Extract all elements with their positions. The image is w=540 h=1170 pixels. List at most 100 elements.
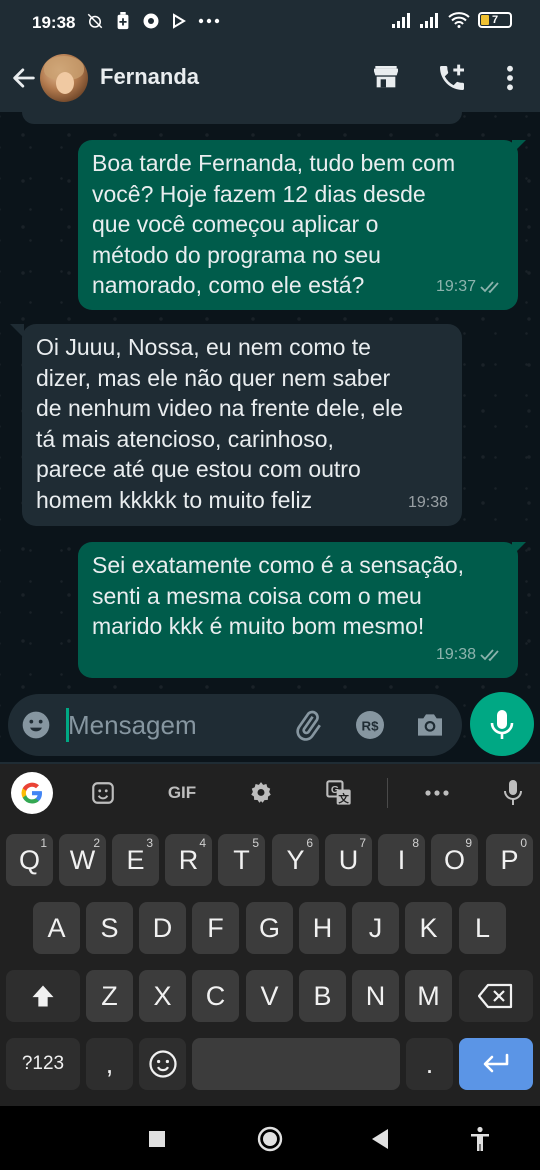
status-right-icons: 7 [392,12,512,28]
key-v[interactable]: V [246,970,293,1022]
contact-name[interactable]: Fernanda [100,64,199,90]
message-outgoing[interactable]: Sei exatamente como é a sensação, senti … [78,542,518,678]
home-icon[interactable] [257,1126,283,1152]
key-l[interactable]: L [459,902,506,954]
enter-icon [483,1053,509,1073]
translate-icon[interactable]: G文 [322,776,356,810]
sticker-icon[interactable] [86,776,120,810]
enter-key[interactable] [459,1038,533,1090]
emoji-icon [148,1050,177,1078]
key-m[interactable]: M [405,970,452,1022]
key-s[interactable]: S [86,902,133,954]
avatar-face [56,72,74,94]
backspace-key[interactable] [459,970,533,1022]
key-j[interactable]: J [352,902,399,954]
key-b[interactable]: B [299,970,346,1022]
keyboard-toolbar: GIF G文 [0,764,540,822]
screen: 19:38 7 Fernanda Boa tarde Fernanda, tud… [0,0,540,1170]
comma-key[interactable]: , [86,1038,133,1090]
message-text: Sei exatamente como é a sensação, senti … [92,552,465,639]
backspace-icon [478,983,513,1009]
signal-icon [392,13,410,28]
period-key[interactable]: . [406,1038,453,1090]
key-c[interactable]: C [192,970,239,1022]
message-incoming[interactable]: Oi Juuu, Nossa, eu nem como te dizer, ma… [22,324,462,526]
message-time: 19:38 [435,645,476,663]
back-arrow-icon[interactable] [10,64,38,92]
key-y[interactable]: Y6 [272,834,319,886]
key-z[interactable]: Z [86,970,133,1022]
key-u[interactable]: U7 [325,834,372,886]
message-outgoing[interactable]: Boa tarde Fernanda, tudo bem com você? H… [78,140,518,310]
mic-icon [490,710,514,739]
wifi-icon [448,12,470,28]
google-g-glyph [21,782,42,804]
voice-icon[interactable] [496,776,530,810]
key-t[interactable]: T5 [218,834,265,886]
key-x[interactable]: X [139,970,186,1022]
message-meta: 19:38 [408,488,448,519]
battery-fill [481,15,489,25]
add-call-icon[interactable] [436,62,468,94]
space-key[interactable] [192,1038,400,1090]
svg-text:R$: R$ [361,718,379,733]
message-meta: 19:37 [436,272,504,303]
recents-icon[interactable] [148,1130,166,1148]
message-meta: 19:38 [436,640,504,671]
battery-level: 7 [491,14,499,26]
bubble-tail [512,140,526,154]
mic-button[interactable] [470,692,534,756]
alarm-off-icon [87,13,103,29]
back-icon[interactable] [370,1128,390,1150]
bubble-tail [10,324,24,338]
toolbar-divider [387,778,388,808]
key-d[interactable]: D [139,902,186,954]
key-o[interactable]: O9 [431,834,478,886]
gif-icon[interactable]: GIF [164,776,200,810]
key-f[interactable]: F [192,902,239,954]
navigation-bar [0,1106,540,1170]
emoji-icon[interactable] [20,709,52,741]
key-r[interactable]: R4 [165,834,212,886]
double-check-icon [480,649,499,662]
more-icon[interactable] [420,776,454,810]
key-p[interactable]: P0 [486,834,533,886]
settings-icon[interactable] [244,776,278,810]
signal-icon [420,13,438,28]
battery-saver-icon [117,12,129,30]
key-i[interactable]: I8 [378,834,425,886]
symbols-key[interactable]: ?123 [6,1038,80,1090]
store-icon[interactable] [370,62,402,94]
gif-label: GIF [167,783,197,802]
key-q[interactable]: Q1 [6,834,53,886]
message-time: 19:37 [435,277,476,295]
key-h[interactable]: H [299,902,346,954]
google-icon[interactable] [11,772,53,814]
key-g[interactable]: G [246,902,293,954]
accessibility-icon[interactable] [468,1126,492,1152]
message-time: 19:38 [407,493,448,511]
payment-icon[interactable]: R$ [354,709,386,741]
shift-icon [32,985,54,1007]
message-text: Oi Juuu, Nossa, eu nem como te dizer, ma… [36,334,403,513]
chat-area[interactable]: Boa tarde Fernanda, tudo bem com você? H… [0,112,540,762]
chrome-icon [143,13,159,29]
key-a[interactable]: A [33,902,80,954]
key-n[interactable]: N [352,970,399,1022]
attach-icon[interactable] [292,709,324,741]
previous-message-fragment [22,112,462,124]
message-input[interactable]: Mensagem [68,710,197,741]
more-vert-icon[interactable] [494,62,526,94]
status-time: 19:38 [32,13,76,32]
emoji-key[interactable] [139,1038,186,1090]
key-w[interactable]: W2 [59,834,106,886]
camera-icon[interactable] [414,709,446,741]
more-dots-icon [198,18,220,24]
shift-key[interactable] [6,970,80,1022]
key-e[interactable]: E3 [112,834,159,886]
message-composer[interactable]: Mensagem R$ [8,694,462,756]
key-k[interactable]: K [405,902,452,954]
bubble-tail [512,542,526,556]
chat-header: Fernanda [0,46,540,112]
avatar[interactable] [40,54,88,102]
